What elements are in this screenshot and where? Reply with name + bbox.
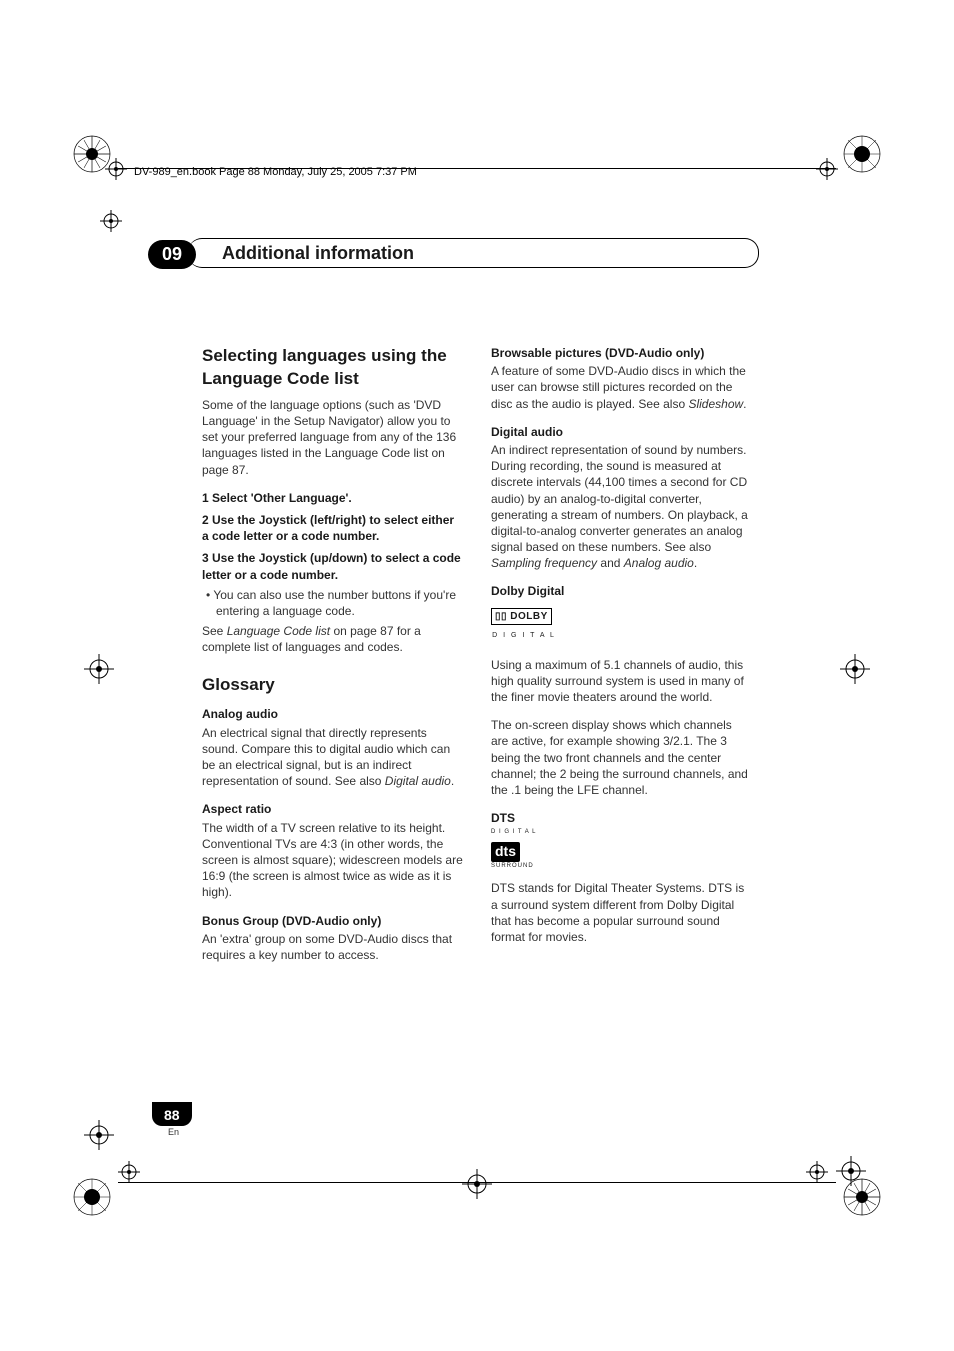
paragraph: The on-screen display shows which channe… [491, 717, 752, 798]
glossary-term: Digital audio [491, 424, 752, 440]
step: 3 Use the Joystick (up/down) to select a… [202, 550, 463, 582]
paragraph: DTS stands for Digital Theater Systems. … [491, 880, 752, 945]
italic-text: Analog audio [624, 556, 694, 570]
glossary-term: Analog audio [202, 706, 463, 722]
logo-subtext: SURROUND [491, 862, 752, 870]
chapter-title: Additional information [222, 243, 414, 264]
paragraph: An 'extra' group on some DVD-Audio discs… [202, 931, 463, 963]
glossary-term: Aspect ratio [202, 801, 463, 817]
step: 1 Select 'Other Language'. [202, 490, 463, 506]
crosshair-icon [100, 210, 130, 240]
page-number: 88 [152, 1102, 192, 1126]
crosshair-icon [84, 654, 114, 684]
crosshair-icon [118, 1161, 148, 1191]
glossary-term: Bonus Group (DVD-Audio only) [202, 913, 463, 929]
crosshair-icon [84, 1120, 114, 1150]
dts-logo-icon: D I G I T A L dts SURROUND [491, 828, 752, 870]
section-heading: Glossary [202, 674, 463, 697]
page: DV-989_en.book Page 88 Monday, July 25, … [0, 0, 954, 1351]
paragraph: Some of the language options (such as 'D… [202, 397, 463, 478]
section-heading: Selecting languages using the Language C… [202, 345, 463, 391]
logo-subtext: D I G I T A L [491, 631, 557, 640]
text: See [202, 624, 227, 638]
text: . [694, 556, 697, 570]
text: . [451, 774, 454, 788]
crosshair-icon [836, 1156, 866, 1186]
left-column: Selecting languages using the Language C… [202, 345, 463, 975]
crosshair-icon [840, 654, 870, 684]
logo-subtext: D I G I T A L [491, 828, 752, 836]
crosshair-icon [806, 1161, 836, 1191]
crosshair-icon [462, 1169, 492, 1199]
glossary-term: DTS [491, 810, 752, 826]
text: . [743, 397, 746, 411]
paragraph: Using a maximum of 5.1 channels of audio… [491, 657, 752, 706]
registration-mark-icon [842, 134, 882, 174]
glossary-term: Dolby Digital [491, 583, 752, 599]
header-trail: DV-989_en.book Page 88 Monday, July 25, … [134, 166, 417, 178]
glossary-term: Browsable pictures (DVD-Audio only) [491, 345, 752, 361]
paragraph: An indirect representation of sound by n… [491, 442, 752, 572]
paragraph: A feature of some DVD-Audio discs in whi… [491, 363, 752, 412]
text: and [597, 556, 624, 570]
step: 2 Use the Joystick (left/right) to selec… [202, 512, 463, 544]
crosshair-icon [816, 158, 846, 188]
paragraph: An electrical signal that directly repre… [202, 725, 463, 790]
page-lang: En [168, 1127, 179, 1137]
italic-text: Slideshow [688, 397, 743, 411]
content-columns: Selecting languages using the Language C… [202, 345, 752, 975]
right-column: Browsable pictures (DVD-Audio only) A fe… [491, 345, 752, 975]
paragraph: See Language Code list on page 87 for a … [202, 623, 463, 655]
logo-text: dts [491, 842, 520, 862]
registration-mark-icon [72, 1177, 112, 1217]
logo-text: DOLBY [510, 611, 548, 622]
bullet: • You can also use the number buttons if… [216, 587, 463, 619]
paragraph: The width of a TV screen relative to its… [202, 820, 463, 901]
crosshair-icon [105, 158, 135, 188]
italic-text: Digital audio [385, 774, 451, 788]
italic-text: Sampling frequency [491, 556, 597, 570]
dolby-logo-icon: ▯▯ DOLBY D I G I T A L [491, 602, 752, 641]
text: An indirect representation of sound by n… [491, 443, 748, 554]
italic-text: Language Code list [227, 624, 330, 638]
